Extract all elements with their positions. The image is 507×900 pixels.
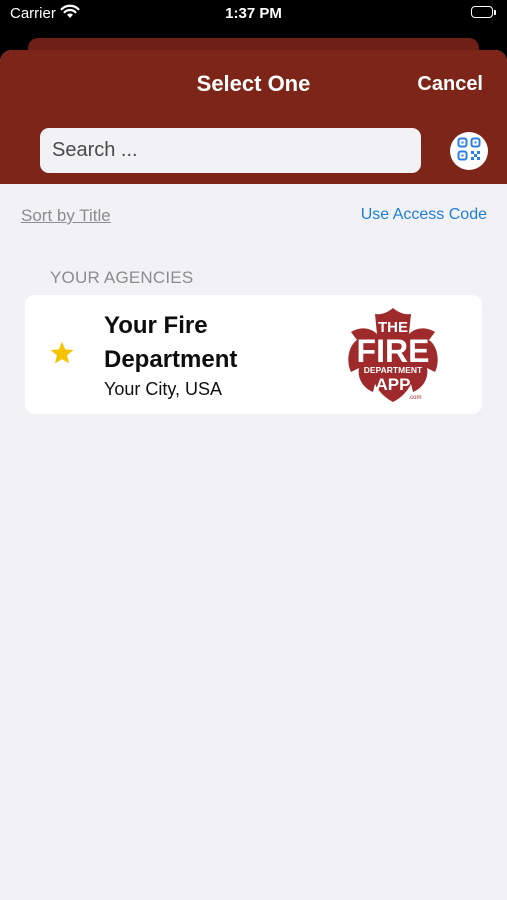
- logo-text-department: DEPARTMENT: [364, 365, 423, 375]
- logo-text-domain: .com: [408, 395, 421, 401]
- section-header-your-agencies: YOUR AGENCIES: [50, 268, 194, 287]
- battery-icon: [471, 6, 497, 19]
- qr-code-icon: [457, 137, 481, 166]
- star-icon[interactable]: [49, 340, 75, 371]
- agency-list-item[interactable]: Your Fire Department Your City, USA THE …: [25, 295, 482, 414]
- sort-by-title-link[interactable]: Sort by Title: [21, 206, 111, 226]
- cancel-button[interactable]: Cancel: [417, 73, 483, 96]
- qr-code-button[interactable]: [450, 132, 488, 170]
- logo-text-fire: FIRE: [357, 333, 430, 369]
- fire-department-app-logo: THE FIRE DEPARTMENT APP .com: [343, 306, 443, 411]
- status-bar: Carrier 1:37 PM: [0, 0, 507, 30]
- select-agency-sheet: Select One Cancel Search ... Sort by Tit…: [0, 50, 507, 900]
- logo-text-app: APP: [376, 375, 411, 394]
- clock-time: 1:37 PM: [225, 5, 282, 22]
- search-input[interactable]: [50, 138, 411, 163]
- search-field[interactable]: [40, 128, 421, 173]
- sheet-header: Select One Cancel: [0, 50, 507, 184]
- use-access-code-link[interactable]: Use Access Code: [361, 206, 487, 224]
- agency-location: Your City, USA: [104, 379, 223, 399]
- agency-name: Your Fire Department: [104, 312, 238, 373]
